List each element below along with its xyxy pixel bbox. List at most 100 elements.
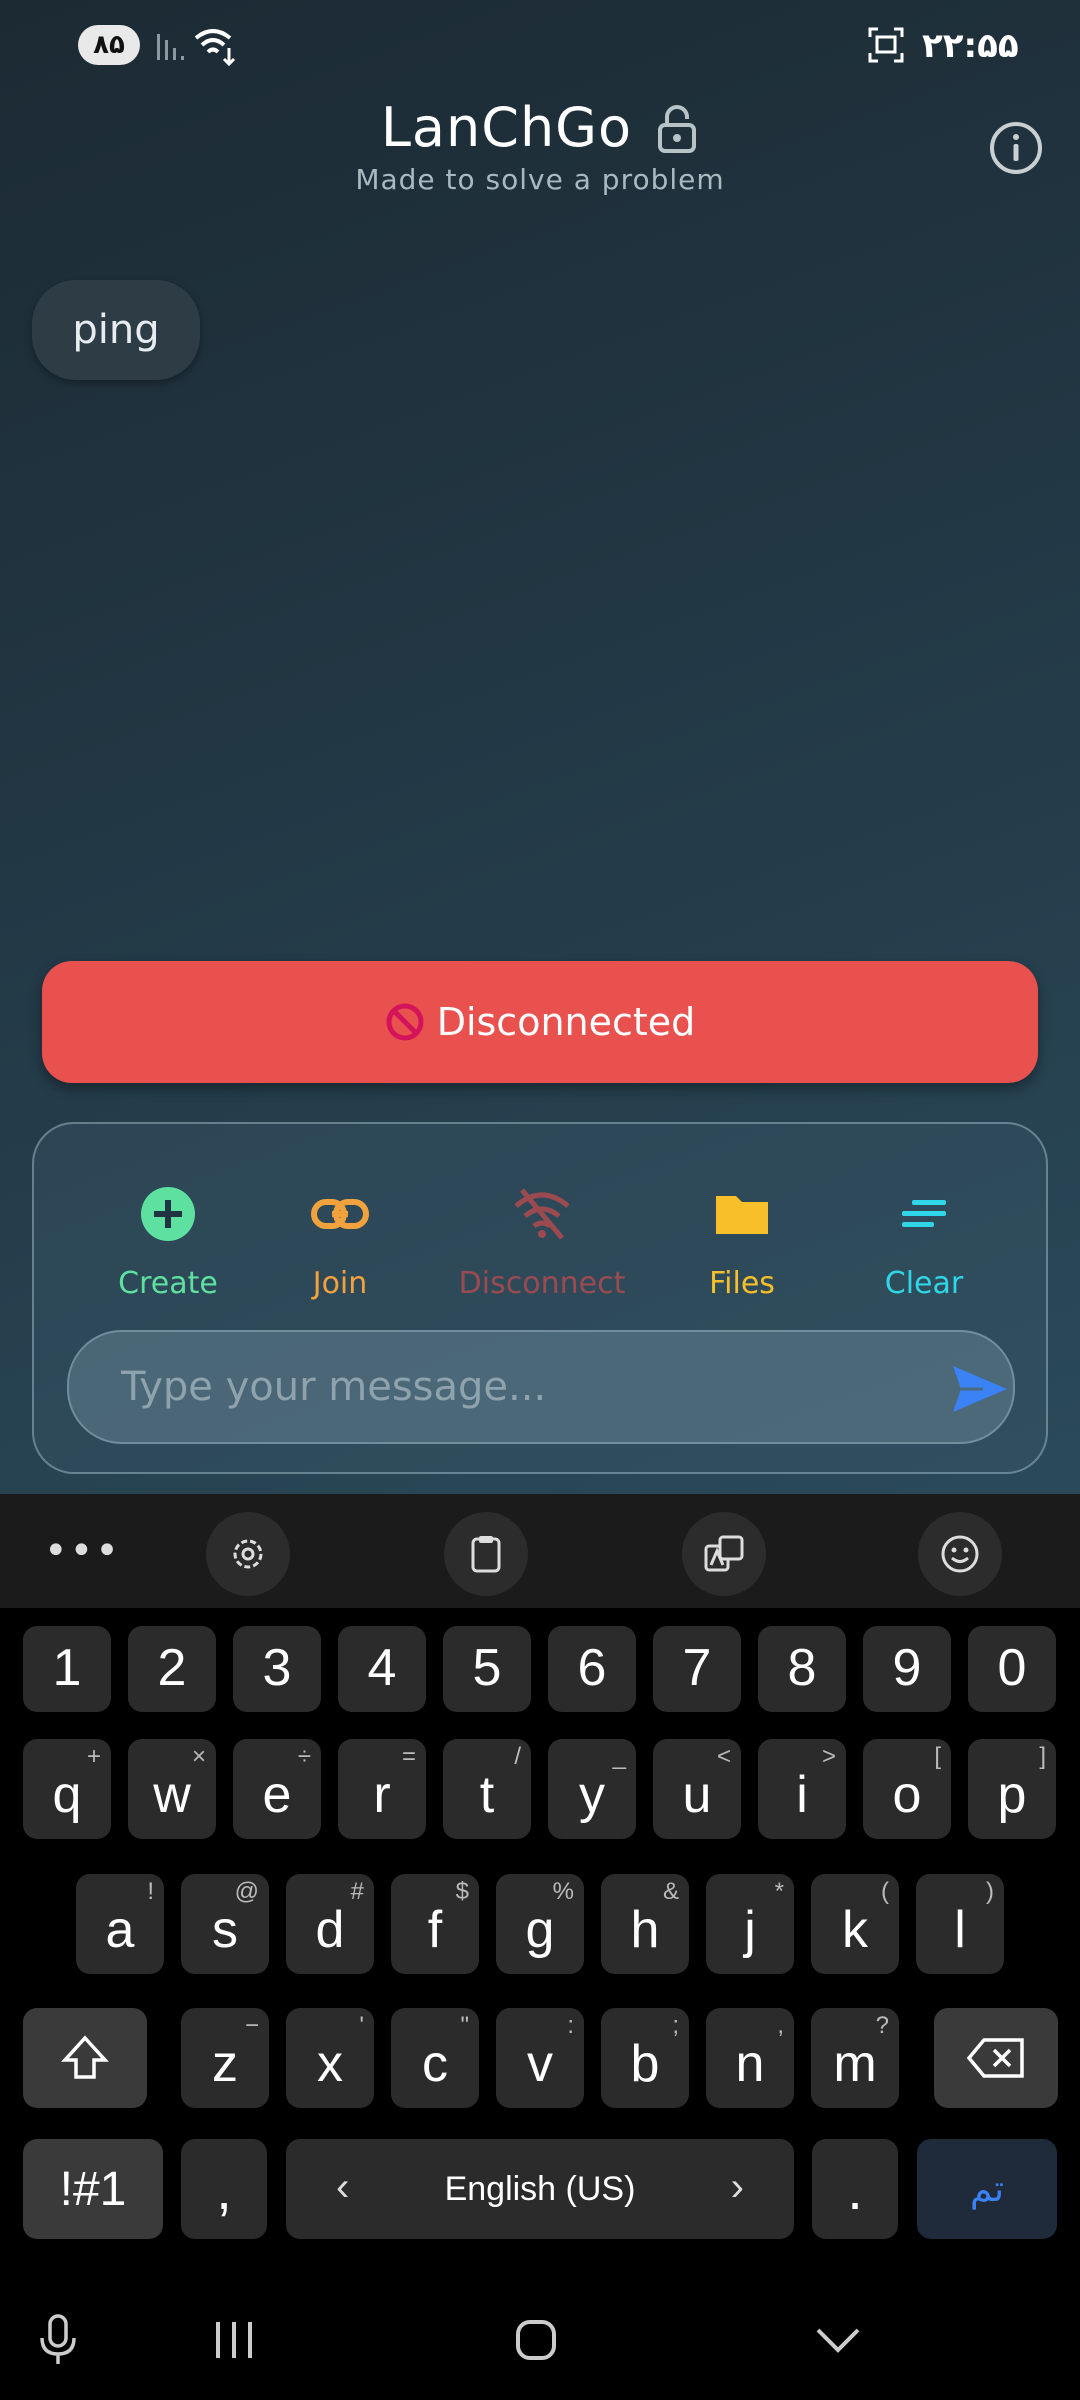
number-key[interactable]: 9 (863, 1626, 951, 1712)
key-secondary-label: , (777, 2012, 784, 2039)
message-input[interactable] (119, 1358, 903, 1416)
clipboard-button[interactable] (444, 1512, 528, 1596)
connection-status-text: Disconnected (436, 1000, 696, 1044)
key-secondary-label: $ (455, 1878, 469, 1905)
number-key[interactable]: 5 (443, 1626, 531, 1712)
number-key[interactable]: 7 (653, 1626, 741, 1712)
letter-key[interactable]: p] (968, 1739, 1056, 1839)
files-button[interactable]: Files (652, 1184, 832, 1301)
number-key[interactable]: 4 (338, 1626, 426, 1712)
letter-key[interactable]: n, (706, 2008, 794, 2108)
letter-key[interactable]: j * (706, 1874, 794, 1974)
link-icon (311, 1199, 369, 1229)
key-label: k (842, 1901, 868, 1959)
key-secondary-label: [ (934, 1743, 941, 1770)
create-button[interactable]: Create (78, 1184, 258, 1301)
letter-key[interactable]: f $ (391, 1874, 479, 1974)
message-bubble: ping (32, 280, 200, 380)
clear-button[interactable]: Clear (834, 1184, 1014, 1301)
letter-key[interactable]: l) (916, 1874, 1004, 1974)
key-secondary-label: ' (359, 2012, 364, 2039)
recent-apps-icon[interactable] (204, 2310, 264, 2370)
letter-key[interactable]: q + (23, 1739, 111, 1839)
key-secondary-label: > (821, 1743, 836, 1770)
microphone-icon[interactable] (28, 2310, 88, 2370)
key-secondary-label: ( (881, 1878, 889, 1905)
send-icon[interactable] (951, 1364, 1009, 1414)
letter-key[interactable]: s @ (181, 1874, 269, 1974)
comma-key[interactable]: , (181, 2139, 267, 2239)
join-button[interactable]: Join (250, 1184, 430, 1301)
letter-key[interactable]: t / (443, 1739, 531, 1839)
letter-key[interactable]: e ÷ (233, 1739, 321, 1839)
disconnect-button[interactable]: Disconnect (452, 1184, 632, 1301)
key-label: 0 (997, 1639, 1027, 1697)
letter-key[interactable]: d # (286, 1874, 374, 1974)
chat-app: ۸۵ ۲۲:۵۵ LanChGo Made to solve a problem… (0, 0, 1080, 1494)
number-key[interactable]: 0 (968, 1626, 1056, 1712)
key-secondary-label: ] (1039, 1743, 1046, 1770)
hide-keyboard-icon[interactable] (808, 2310, 868, 2370)
letter-key[interactable]: a! (76, 1874, 164, 1974)
files-label: Files (709, 1266, 775, 1301)
key-label: z (212, 2035, 238, 2093)
letter-key[interactable]: v: (496, 2008, 584, 2108)
language-prev-icon: ‹ (336, 2165, 350, 2209)
letter-key[interactable]: z − (181, 2008, 269, 2108)
backspace-icon (966, 2038, 1024, 2078)
key-label: p (997, 1766, 1027, 1824)
number-key[interactable]: 6 (548, 1626, 636, 1712)
screenshot-icon (868, 27, 904, 63)
key-secondary-label: " (460, 2012, 469, 2039)
app-title: LanChGo (380, 96, 633, 159)
translate-button[interactable] (682, 1512, 766, 1596)
app-subtitle: Made to solve a problem (355, 163, 725, 196)
symbols-key[interactable]: !#1 (23, 2139, 163, 2239)
letter-key[interactable]: y _ (548, 1739, 636, 1839)
letter-key[interactable]: c " (391, 2008, 479, 2108)
key-secondary-label: @ (234, 1878, 259, 1905)
battery-indicator: ۸۵ (78, 25, 140, 65)
letter-key[interactable]: i > (758, 1739, 846, 1839)
lock-icon (658, 104, 697, 153)
info-icon[interactable] (988, 120, 1044, 176)
key-label: s (212, 1901, 238, 1959)
key-label: 1 (52, 1639, 82, 1697)
letter-key[interactable]: u < (653, 1739, 741, 1839)
key-label: a (105, 1901, 135, 1959)
number-key[interactable]: 2 (128, 1626, 216, 1712)
key-label: l (954, 1901, 966, 1959)
letter-key[interactable]: h & (601, 1874, 689, 1974)
letter-key[interactable]: b; (601, 2008, 689, 2108)
key-label: j (744, 1901, 756, 1959)
key-label: x (317, 2035, 343, 2093)
letter-key[interactable]: k( (811, 1874, 899, 1974)
clear-label: Clear (884, 1266, 964, 1301)
letter-key[interactable]: o[ (863, 1739, 951, 1839)
more-options-icon[interactable]: ••• (44, 1528, 121, 1574)
key-secondary-label: ? (875, 2012, 889, 2039)
emoji-button[interactable] (918, 1512, 1002, 1596)
done-key[interactable]: تم (917, 2139, 1057, 2239)
keyboard-settings-button[interactable] (206, 1512, 290, 1596)
letter-key[interactable]: m? (811, 2008, 899, 2108)
letter-key[interactable]: x ' (286, 2008, 374, 2108)
disconnect-label: Disconnect (458, 1266, 626, 1301)
key-label: h (630, 1901, 660, 1959)
number-key[interactable]: 8 (758, 1626, 846, 1712)
backspace-key[interactable] (934, 2008, 1058, 2108)
key-label: i (796, 1766, 808, 1824)
home-icon[interactable] (506, 2310, 566, 2370)
key-label: 9 (892, 1639, 922, 1697)
period-key[interactable]: . (812, 2139, 898, 2239)
key-label: y (579, 1766, 605, 1824)
key-label: 2 (157, 1639, 187, 1697)
on-screen-keyboard: ••• 1 2 3 4 5 6 7 8 9 0 q + w × e ÷ r = … (0, 1494, 1080, 2280)
number-key[interactable]: 3 (233, 1626, 321, 1712)
space-key[interactable]: ‹ English (US) › (286, 2139, 794, 2239)
shift-key[interactable] (23, 2008, 147, 2108)
letter-key[interactable]: g% (496, 1874, 584, 1974)
number-key[interactable]: 1 (23, 1626, 111, 1712)
letter-key[interactable]: w × (128, 1739, 216, 1839)
letter-key[interactable]: r = (338, 1739, 426, 1839)
